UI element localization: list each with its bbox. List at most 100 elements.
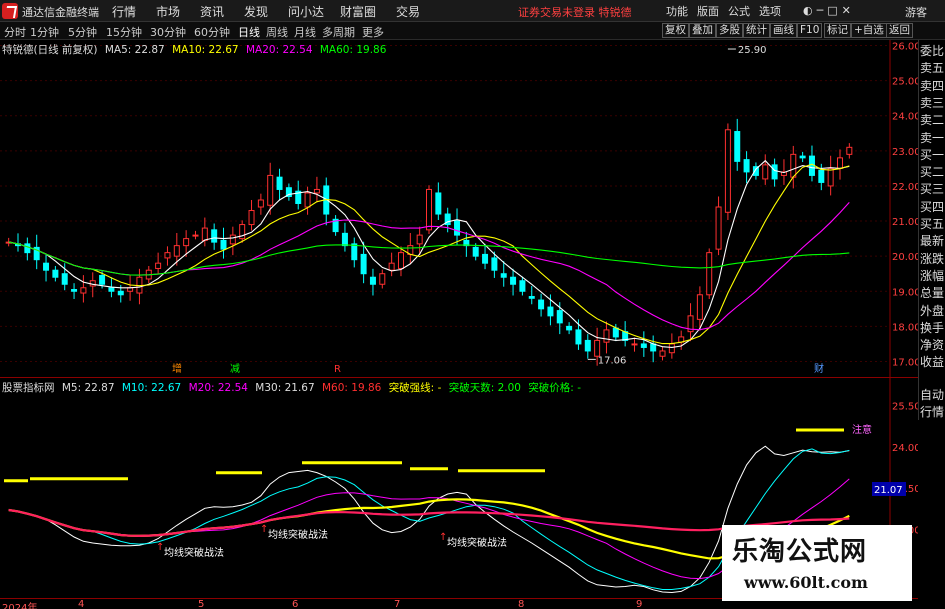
side-item[interactable]: 总量 xyxy=(920,286,944,300)
main-kline-chart[interactable]: 26.00 25.00 24.00 23.00 22.00 21.00 20.00 19.00… xyxy=(0,40,918,377)
y-tick-label: 18.00 xyxy=(892,322,918,333)
candle-body xyxy=(491,257,498,271)
tab-60min[interactable]: 60分钟 xyxy=(194,24,230,40)
sub-y-tick-label: 24.00 xyxy=(892,443,918,454)
side-item[interactable]: 净资 xyxy=(920,338,944,352)
candle-body xyxy=(108,287,115,292)
candle-body xyxy=(397,252,404,269)
side-item[interactable]: 行情 xyxy=(920,405,944,419)
legend-m10: M10: 22.67 xyxy=(121,382,182,394)
candle-body xyxy=(603,329,610,343)
candle-body xyxy=(99,274,106,285)
y-tick-label: 19.00 xyxy=(892,287,918,298)
menu-discover[interactable]: 发现 xyxy=(244,3,268,20)
side-item[interactable]: 涨幅 xyxy=(920,269,944,283)
side-item[interactable]: 卖一 xyxy=(920,131,944,145)
candle-body xyxy=(173,245,180,257)
skin-icon[interactable]: ◐ xyxy=(803,4,817,17)
menu-layout[interactable]: 版面 xyxy=(697,3,719,19)
side-panel: 委比卖五卖四卖三卖二卖一买一买二买三买四买五最新涨跌涨幅总量外盘换手净资收益自动… xyxy=(918,40,945,420)
x-label: 9 xyxy=(636,599,643,609)
y-tick-label: 21.00 xyxy=(892,217,918,228)
tab-30min[interactable]: 30分钟 xyxy=(150,24,186,40)
menu-trade[interactable]: 交易 xyxy=(396,3,420,20)
candle-body xyxy=(313,188,320,194)
window-buttons[interactable]: ◐─□✕ xyxy=(803,4,855,17)
tab-weekly[interactable]: 周线 xyxy=(266,24,288,40)
statistics-button[interactable]: 统计 xyxy=(743,23,770,38)
f10-button[interactable]: F10 xyxy=(797,23,823,38)
menu-function[interactable]: 功能 xyxy=(666,3,688,19)
back-button[interactable]: 返回 xyxy=(886,23,913,38)
tab-daily[interactable]: 日线 xyxy=(238,24,260,40)
draw-line-button[interactable]: 画线 xyxy=(770,23,797,38)
candle-body xyxy=(304,192,311,208)
legend-price: 突破价格: - xyxy=(528,382,581,394)
menu-market[interactable]: 市场 xyxy=(156,3,180,20)
side-item[interactable]: 买四 xyxy=(920,200,944,214)
maximize-icon[interactable]: □ xyxy=(827,4,841,17)
menu-options[interactable]: 选项 xyxy=(759,3,781,19)
candle-body xyxy=(360,253,367,275)
side-item[interactable]: 买三 xyxy=(920,182,944,196)
tab-15min[interactable]: 15分钟 xyxy=(106,24,142,40)
menu-news[interactable]: 资讯 xyxy=(200,3,224,20)
side-item[interactable]: 收益 xyxy=(920,355,944,369)
kline-svg[interactable]: 26.00 25.00 24.00 23.00 22.00 21.00 20.00 19.00… xyxy=(0,40,918,377)
menu-wealth[interactable]: 财富圈 xyxy=(340,3,376,20)
app-logo-icon xyxy=(2,3,18,19)
mark-button[interactable]: 标记 xyxy=(824,23,851,38)
side-item[interactable]: 涨跌 xyxy=(920,252,944,266)
event-tag-zeng: 增 xyxy=(172,362,182,375)
add-watchlist-button[interactable]: +自选 xyxy=(851,23,887,38)
event-tag-jian: 减 xyxy=(230,363,240,375)
tab-monthly[interactable]: 月线 xyxy=(294,24,316,40)
side-item[interactable]: 卖三 xyxy=(920,96,944,110)
candle-body xyxy=(696,294,703,320)
login-notice: 证券交易未登录 特锐德 xyxy=(518,6,632,19)
side-item[interactable]: 卖二 xyxy=(920,113,944,127)
side-item[interactable]: 外盘 xyxy=(920,304,944,318)
overlay-button[interactable]: 叠加 xyxy=(689,23,716,38)
event-tag-cai: 财 xyxy=(814,362,824,375)
menu-quotes[interactable]: 行情 xyxy=(112,3,136,20)
candle-body xyxy=(836,157,843,169)
signal-label: 均线突破战法 xyxy=(164,546,224,559)
side-item[interactable]: 买一 xyxy=(920,148,944,162)
multi-stock-button[interactable]: 多股 xyxy=(716,23,743,38)
legend-m20: M20: 22.54 xyxy=(188,382,248,394)
legend-m60: M60: 19.86 xyxy=(321,382,382,394)
guest-account[interactable]: 游客 xyxy=(905,4,927,20)
menu-ask[interactable]: 问小达 xyxy=(288,3,324,20)
candle-body xyxy=(482,253,489,264)
side-item[interactable]: 换手 xyxy=(920,321,944,335)
candle-body xyxy=(519,280,526,292)
candle-body xyxy=(762,164,769,180)
minimize-icon[interactable]: ─ xyxy=(817,4,828,17)
candle-body xyxy=(379,273,386,285)
candle-body xyxy=(734,131,741,162)
side-item[interactable]: 买五 xyxy=(920,217,944,231)
tab-5min[interactable]: 5分钟 xyxy=(68,24,97,40)
candle-body xyxy=(257,199,264,208)
tab-minute[interactable]: 分时 xyxy=(4,24,26,40)
candle-body xyxy=(211,229,218,243)
side-item[interactable]: 卖四 xyxy=(920,79,944,93)
close-icon[interactable]: ✕ xyxy=(842,4,855,17)
side-item[interactable]: 最新 xyxy=(920,234,944,248)
side-item[interactable]: 卖五 xyxy=(920,61,944,75)
tab-multi-period[interactable]: 多周期 xyxy=(322,24,355,40)
menu-formula[interactable]: 公式 xyxy=(728,3,750,19)
legend-ma60: MA60: 19.86 xyxy=(319,44,387,56)
candle-body xyxy=(229,234,236,245)
candle-body xyxy=(594,339,601,357)
legend-days: 突破天数: 2.00 xyxy=(448,382,521,394)
candle-body xyxy=(369,276,376,285)
tab-1min[interactable]: 1分钟 xyxy=(30,24,59,40)
side-item[interactable]: 买二 xyxy=(920,165,944,179)
x-label: 7 xyxy=(394,599,401,609)
adjust-button[interactable]: 复权 xyxy=(662,23,689,38)
tab-more[interactable]: 更多 xyxy=(362,24,384,40)
side-item[interactable]: 委比 xyxy=(920,44,944,58)
side-item[interactable]: 自动 xyxy=(920,388,944,402)
